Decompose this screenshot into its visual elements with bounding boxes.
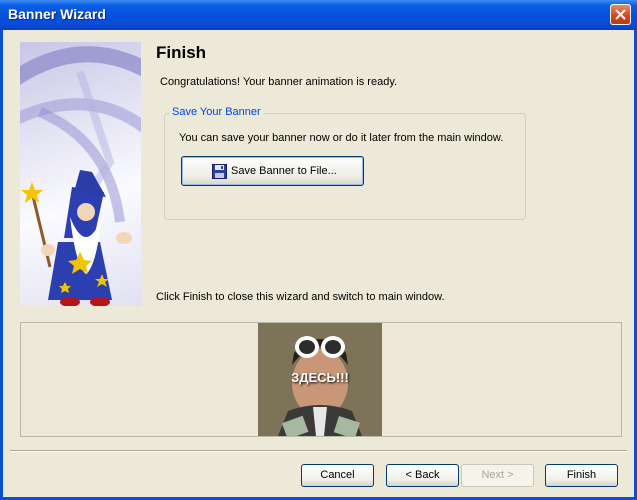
floppy-disk-icon: [212, 164, 227, 179]
save-instructions: You can save your banner now or do it la…: [179, 132, 504, 144]
window-title: Banner Wizard: [8, 6, 106, 22]
wizard-window: Banner Wizard Finish Congratulations! Yo…: [0, 0, 637, 500]
cancel-button[interactable]: Cancel: [301, 464, 374, 487]
save-banner-button[interactable]: Save Banner to File...: [181, 156, 364, 186]
next-button[interactable]: Next >: [461, 464, 534, 487]
save-banner-group: Save Your Banner You can save your banne…: [164, 106, 526, 220]
wizard-illustration: [20, 42, 141, 306]
banner-preview-area: ЗДЕСЬ!!!: [20, 322, 622, 437]
congratulations-text: Congratulations! Your banner animation i…: [160, 76, 398, 88]
back-button[interactable]: < Back: [386, 464, 459, 487]
button-divider: [10, 450, 627, 452]
group-legend: Save Your Banner: [169, 106, 264, 118]
banner-image: ЗДЕСЬ!!!: [258, 323, 382, 436]
banner-caption: ЗДЕСЬ!!!: [291, 370, 349, 385]
title-bar[interactable]: Banner Wizard: [0, 0, 637, 30]
close-button[interactable]: [610, 4, 631, 25]
wizard-body: Finish Congratulations! Your banner anim…: [3, 30, 634, 497]
page-title: Finish: [156, 43, 207, 62]
finish-button[interactable]: Finish: [545, 464, 618, 487]
save-banner-label: Save Banner to File...: [231, 165, 337, 177]
close-icon: [615, 9, 626, 20]
finish-instructions: Click Finish to close this wizard and sw…: [156, 291, 445, 303]
